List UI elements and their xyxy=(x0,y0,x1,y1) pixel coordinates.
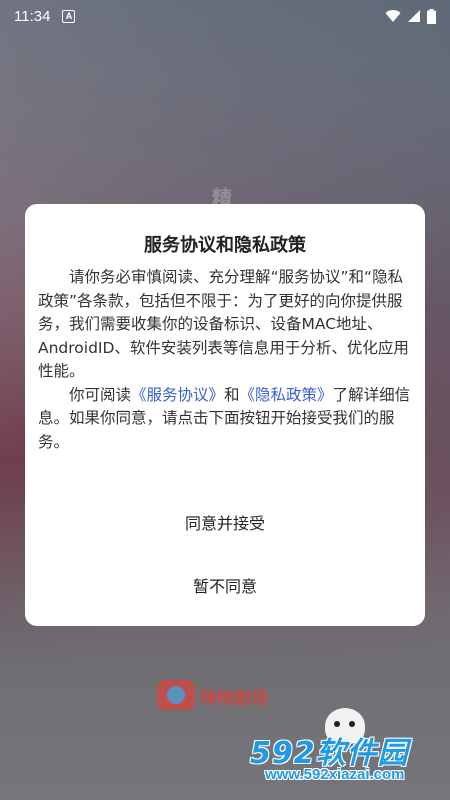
wifi-icon xyxy=(385,10,401,22)
service-agreement-link[interactable]: 《服务协议》 xyxy=(131,386,224,404)
accept-button[interactable]: 同意并接受 xyxy=(25,504,425,540)
decline-button[interactable]: 暂不同意 xyxy=(25,567,425,603)
para2-prefix: 你可阅读 xyxy=(69,385,132,404)
privacy-dialog: 服务协议和隐私政策 请你务必审慎阅读、充分理解“服务协议”和“隐私政策”各条款，… xyxy=(25,204,425,626)
battery-icon xyxy=(427,8,436,24)
background-app-name: 咪咪剧场 xyxy=(200,689,268,709)
para2-and: 和 xyxy=(224,385,240,404)
status-icons xyxy=(385,8,436,24)
dialog-paragraph-1: 请你务必审慎阅读、充分理解“服务协议”和“隐私政策”各条款，包括但不限于：为了更… xyxy=(38,268,409,380)
status-time: 11:34 xyxy=(14,7,51,25)
privacy-policy-link[interactable]: 《隐私政策》 xyxy=(240,386,333,404)
dialog-title: 服务协议和隐私政策 xyxy=(144,235,306,256)
notification-a-icon: A xyxy=(62,9,76,23)
dialog-body: 请你务必审慎阅读、充分理解“服务协议”和“隐私政策”各条款，包括但不限于：为了更… xyxy=(38,266,414,454)
app-logo-icon xyxy=(157,680,195,710)
dialog-paragraph-2: 你可阅读《服务协议》和《隐私政策》了解详细信息。如果你同意，请点击下面按钮开始接… xyxy=(38,384,414,455)
status-bar: 11:34 A xyxy=(0,0,450,32)
signal-icon xyxy=(408,10,420,22)
watermark-url: www.592xiazai.com xyxy=(265,766,405,783)
